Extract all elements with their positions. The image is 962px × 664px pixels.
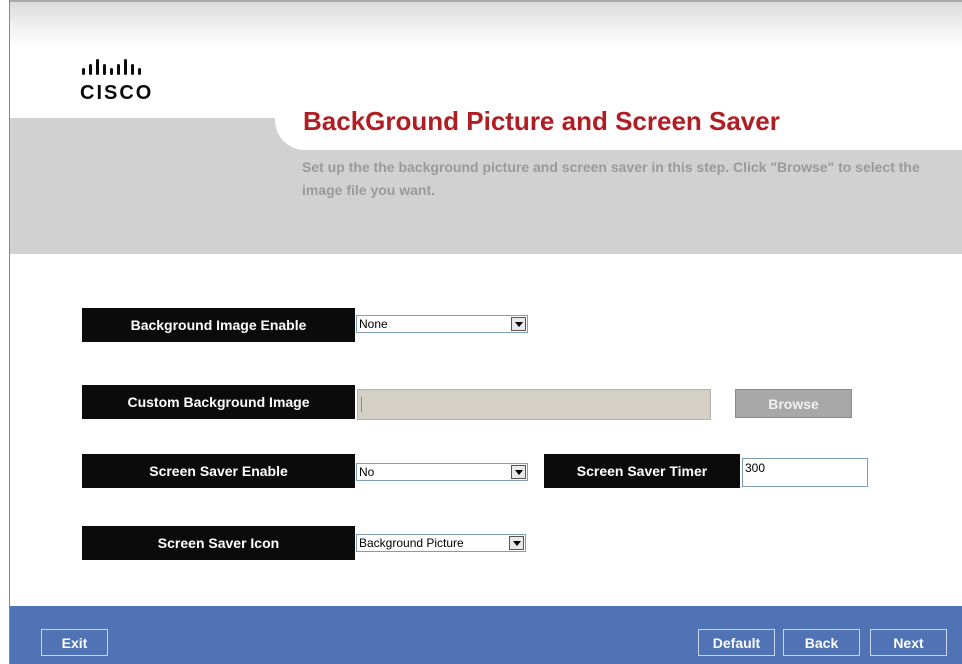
custom-background-image-field	[357, 389, 711, 420]
chevron-down-icon[interactable]	[509, 536, 524, 550]
custom-background-image-label: Custom Background Image	[82, 385, 355, 419]
screen-saver-timer-label: Screen Saver Timer	[544, 454, 740, 488]
screen-saver-icon-select[interactable]: Background Picture	[356, 534, 526, 552]
screen-saver-enable-value: No	[359, 465, 375, 479]
cisco-logo: CISCO	[80, 56, 190, 108]
default-button[interactable]: Default	[698, 629, 775, 656]
chevron-down-icon[interactable]	[511, 317, 526, 331]
back-button[interactable]: Back	[783, 629, 860, 656]
next-button[interactable]: Next	[870, 629, 947, 656]
cisco-bridge-icon	[82, 59, 141, 75]
page-title: BackGround Picture and Screen Saver	[303, 106, 780, 136]
top-bar	[10, 0, 962, 48]
background-image-enable-select[interactable]: None	[356, 315, 528, 333]
background-image-enable-label: Background Image Enable	[82, 308, 355, 342]
page-subtitle: Set up the the background picture and sc…	[302, 159, 920, 198]
screen-saver-icon-value: Background Picture	[359, 536, 464, 550]
header-curve	[275, 118, 305, 150]
screen-saver-timer-input[interactable]: 300	[742, 458, 868, 487]
screen-saver-icon-label: Screen Saver Icon	[82, 526, 355, 560]
text-caret	[361, 397, 362, 412]
background-image-enable-value: None	[359, 317, 388, 331]
browse-button[interactable]: Browse	[735, 389, 852, 418]
cisco-wordmark: CISCO	[80, 82, 154, 104]
screen-saver-enable-label: Screen Saver Enable	[82, 454, 355, 488]
screen-saver-enable-select[interactable]: No	[356, 463, 528, 481]
top-border	[10, 0, 962, 2]
wizard-window: CISCO BackGround Picture and Screen Save…	[9, 0, 962, 664]
chevron-down-icon[interactable]	[511, 465, 526, 479]
exit-button[interactable]: Exit	[41, 629, 108, 656]
